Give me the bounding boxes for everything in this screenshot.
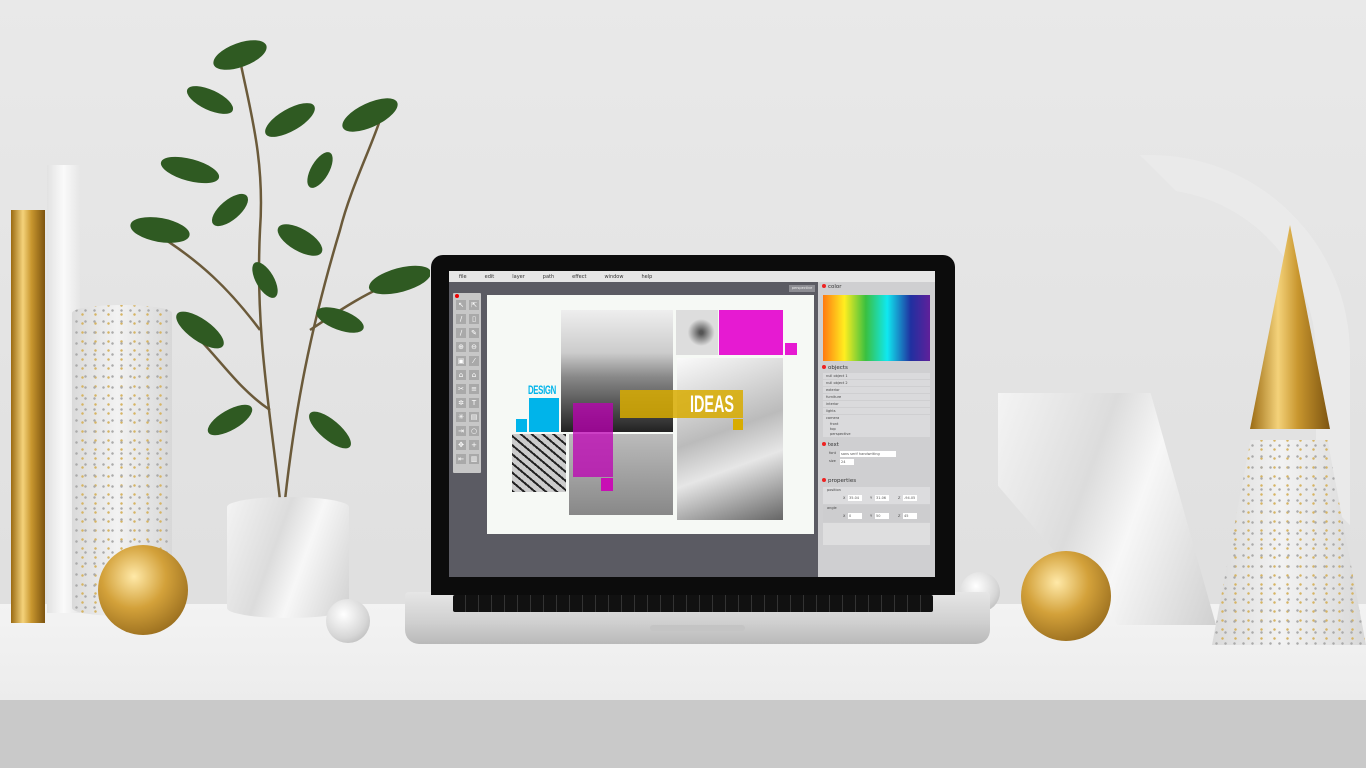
object-item-camera[interactable]: camera front top perspective <box>823 415 930 437</box>
gold-sphere-right <box>1021 551 1111 641</box>
pen-icon[interactable]: ✎ <box>469 328 479 338</box>
object-item[interactable]: null object 1 <box>823 373 930 379</box>
wand-icon[interactable]: ⁄ <box>469 356 479 366</box>
magenta-square-lower <box>601 478 613 491</box>
axis-y-label: Y <box>870 496 873 500</box>
object-item[interactable]: lights <box>823 408 930 414</box>
cyan-square-small <box>516 419 527 432</box>
export-icon[interactable]: ⇥ <box>456 426 466 436</box>
ideas-title[interactable]: IDEAS <box>690 391 734 419</box>
photo-branch-top <box>676 310 718 355</box>
cyan-square <box>529 398 559 432</box>
angle-label: angle <box>827 506 837 510</box>
position-label: position <box>827 488 841 492</box>
photo-branches <box>512 434 566 492</box>
position-x-field[interactable]: 35.04 <box>848 495 862 501</box>
axis-y-label: Y <box>870 514 873 518</box>
rotate-icon[interactable]: ○ <box>469 426 479 436</box>
font-label: font <box>829 451 836 455</box>
design-app-window: file edit layer path effect window help … <box>449 271 935 577</box>
axis-x-label: X <box>843 514 846 518</box>
menu-layer[interactable]: layer <box>512 274 525 280</box>
position-y-field[interactable]: 31.06 <box>875 495 889 501</box>
toolbar: ↖ ⇱ / ▯ ∕ ✎ ⊕ ⊖ ▣ ⁄ ⌂ ⌂ ✂ ≡ ✲ T ✳ ▤ ⇥ ○ ✥ + ⇤ ▥ <box>453 293 481 473</box>
settings-icon[interactable]: ✲ <box>456 398 466 408</box>
color-spectrum-picker[interactable] <box>823 295 930 361</box>
position-z-field[interactable]: -94.05 <box>903 495 917 501</box>
color-section-title: color <box>822 284 842 290</box>
photo-attic-interior <box>677 358 783 520</box>
layers-icon[interactable]: ≡ <box>469 384 479 394</box>
magenta-overlay <box>573 403 613 477</box>
gold-sphere <box>98 545 188 635</box>
page-icon[interactable]: ▯ <box>469 314 479 324</box>
menu-edit[interactable]: edit <box>485 274 495 280</box>
add-icon[interactable]: + <box>469 440 479 450</box>
menu-help[interactable]: help <box>641 274 652 280</box>
direct-select-icon[interactable]: ⇱ <box>469 300 479 310</box>
angle-group: angle X 0 Y 50 Z 45 <box>823 505 930 522</box>
camera-perspective[interactable]: perspective <box>826 431 930 437</box>
brush-icon[interactable]: ∕ <box>456 328 466 338</box>
menu-bar: file edit layer path effect window help <box>449 271 935 282</box>
angle-y-field[interactable]: 50 <box>875 513 889 519</box>
menu-file[interactable]: file <box>459 274 467 280</box>
gold-cylinder <box>11 210 45 623</box>
home-outline-icon[interactable]: ⌂ <box>456 370 466 380</box>
zoom-out-icon[interactable]: ⊖ <box>469 342 479 352</box>
plant <box>130 40 430 501</box>
properties-empty-area <box>823 523 930 545</box>
artboard[interactable]: DESIGN IDEAS <box>487 295 814 534</box>
scissors-icon[interactable]: ✂ <box>456 384 466 394</box>
pencil-icon[interactable]: / <box>456 314 466 324</box>
zoom-in-icon[interactable]: ⊕ <box>456 342 466 352</box>
text-section-title: text <box>822 442 839 448</box>
object-item[interactable]: furniture <box>823 394 930 400</box>
magenta-block <box>719 310 783 355</box>
save-icon[interactable]: ▤ <box>469 412 479 422</box>
trackpad-notch <box>650 625 745 631</box>
right-panel: color objects null object 1 null object … <box>818 282 935 577</box>
move-icon[interactable]: ✥ <box>456 440 466 450</box>
shelf-front <box>0 700 1366 768</box>
design-title[interactable]: DESIGN <box>528 383 556 397</box>
axis-x-label: X <box>843 496 846 500</box>
text-icon[interactable]: T <box>469 398 479 408</box>
lock-icon[interactable]: ▣ <box>456 356 466 366</box>
select-arrow-icon[interactable]: ↖ <box>456 300 466 310</box>
yellow-square-small <box>733 419 743 430</box>
exit-icon[interactable]: ⇤ <box>456 454 466 464</box>
perspective-button[interactable]: perspective <box>789 285 815 292</box>
white-sphere <box>326 599 370 643</box>
home-icon[interactable]: ⌂ <box>469 370 479 380</box>
laptop-base <box>405 592 990 644</box>
object-item[interactable]: null object 2 <box>823 380 930 386</box>
object-item[interactable]: exterior <box>823 387 930 393</box>
menu-effect[interactable]: effect <box>572 274 586 280</box>
close-dot-icon[interactable] <box>455 294 459 298</box>
size-field[interactable]: 24 <box>840 459 854 465</box>
burst-icon[interactable]: ✳ <box>456 412 466 422</box>
trash-icon[interactable]: ▥ <box>469 454 479 464</box>
size-label: size <box>829 459 836 463</box>
keyboard <box>453 595 933 612</box>
marble-pot <box>227 497 349 618</box>
properties-section-title: properties <box>822 478 856 484</box>
objects-section-title: objects <box>822 365 848 371</box>
axis-z-label: Z <box>898 514 901 518</box>
menu-window[interactable]: window <box>604 274 623 280</box>
angle-z-field[interactable]: 45 <box>903 513 917 519</box>
axis-z-label: Z <box>898 496 901 500</box>
angle-x-field[interactable]: 0 <box>848 513 862 519</box>
menu-path[interactable]: path <box>543 274 554 280</box>
position-group: position X 35.04 Y 31.06 Z -94.05 <box>823 487 930 504</box>
object-item[interactable]: interior <box>823 401 930 407</box>
font-field[interactable]: sans serif handwriting <box>840 451 896 457</box>
magenta-square-small <box>785 343 797 355</box>
